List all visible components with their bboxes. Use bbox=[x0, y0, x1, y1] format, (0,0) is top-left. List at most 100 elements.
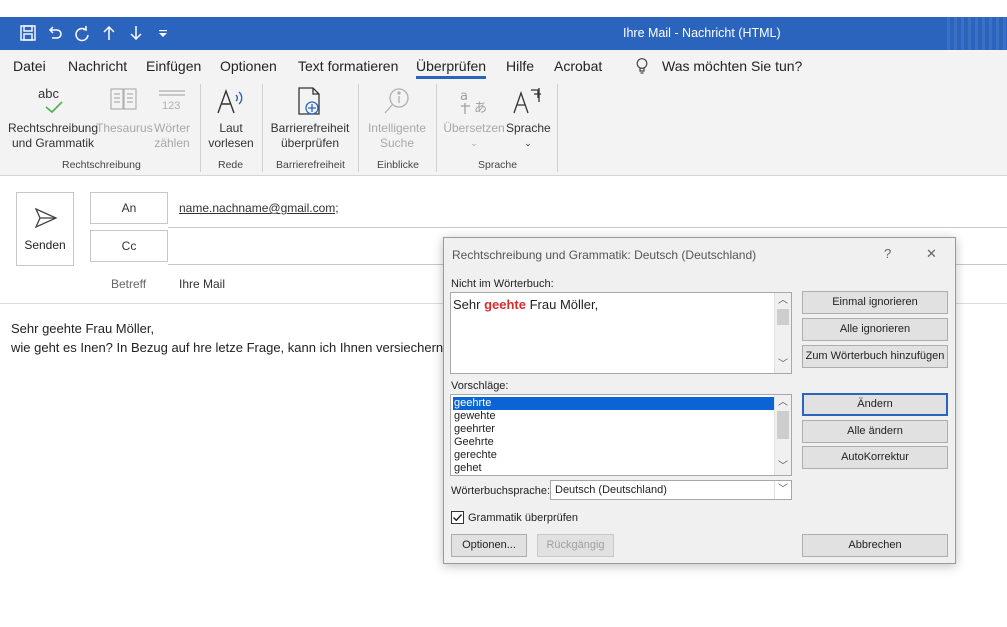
to-recipient[interactable]: name.nachname@gmail.com; bbox=[179, 201, 339, 215]
smart-lookup-button[interactable]: Intelligente Suche bbox=[362, 86, 432, 151]
tab-einfuegen[interactable]: Einfügen bbox=[146, 58, 201, 74]
suggestion-item[interactable]: geehrte bbox=[453, 397, 775, 410]
add-to-dictionary-button[interactable]: Zum Wörterbuch hinzufügen bbox=[802, 345, 948, 368]
group-separator bbox=[436, 84, 437, 172]
tab-nachricht[interactable]: Nachricht bbox=[68, 58, 127, 74]
svg-text:a: a bbox=[460, 89, 468, 104]
subject-field[interactable]: Ihre Mail bbox=[179, 277, 225, 291]
ignore-once-button[interactable]: Einmal ignorieren bbox=[802, 291, 948, 314]
change-button[interactable]: Ändern bbox=[802, 393, 948, 416]
lookup-icon bbox=[381, 86, 413, 118]
cancel-button[interactable]: Abbrechen bbox=[802, 534, 948, 557]
dialog-title: Rechtschreibung und Grammatik: Deutsch (… bbox=[452, 248, 757, 262]
help-icon[interactable]: ? bbox=[884, 246, 891, 261]
translate-label: Übersetzen bbox=[443, 121, 505, 135]
suggestion-item[interactable]: gewehte bbox=[453, 410, 775, 423]
read-aloud-icon bbox=[215, 86, 247, 118]
spelling-grammar-button[interactable]: abc Rechtschreibung und Grammatik bbox=[6, 86, 100, 151]
undo-button[interactable]: Rückgängig bbox=[537, 534, 614, 557]
scroll-down-icon[interactable]: ﹀ bbox=[775, 459, 791, 475]
language-icon bbox=[512, 86, 544, 118]
spelling-check-icon: abc bbox=[38, 86, 68, 118]
thesaurus-label: Thesaurus bbox=[96, 121, 153, 135]
ribbon: abc Rechtschreibung und Grammatik Thesau… bbox=[0, 80, 1007, 176]
sentence-scrollbar[interactable]: ︿ ﹀ bbox=[774, 293, 791, 373]
scroll-down-icon[interactable]: ﹀ bbox=[775, 357, 791, 373]
accessibility-label-1: Barrierefreiheit bbox=[270, 121, 350, 135]
chevron-down-icon[interactable]: ﹀ bbox=[774, 481, 791, 499]
change-all-button[interactable]: Alle ändern bbox=[802, 420, 948, 443]
options-button[interactable]: Optionen... bbox=[451, 534, 527, 557]
error-word: geehte bbox=[484, 297, 526, 312]
suggestion-item[interactable]: geehrter bbox=[453, 423, 775, 436]
autocorrect-button[interactable]: AutoKorrektur bbox=[802, 446, 948, 469]
translate-chevron-icon: ⌄ bbox=[470, 138, 478, 148]
suggestions-scrollbar[interactable]: ︿ ﹀ bbox=[774, 395, 791, 475]
group-separator bbox=[557, 84, 558, 172]
scroll-thumb[interactable] bbox=[777, 411, 789, 439]
sentence-box[interactable]: Sehr geehte Frau Möller, ︿ ﹀ bbox=[450, 292, 792, 374]
book-icon bbox=[109, 86, 139, 118]
suggestions-label: Vorschläge: bbox=[451, 380, 509, 392]
close-icon[interactable]: ✕ bbox=[926, 246, 937, 262]
scroll-thumb[interactable] bbox=[777, 309, 789, 325]
not-in-dictionary-label: Nicht im Wörterbuch: bbox=[451, 278, 554, 290]
send-button[interactable]: Senden bbox=[16, 192, 74, 266]
group-label-language: Sprache bbox=[478, 159, 518, 171]
title-bar: Ihre Mail - Nachricht (HTML) bbox=[0, 17, 1007, 50]
redo-icon[interactable] bbox=[72, 23, 92, 43]
subject-label: Betreff bbox=[111, 277, 147, 291]
title-decoration bbox=[947, 17, 1007, 50]
lightbulb-icon bbox=[635, 57, 649, 75]
dictionary-language-label: Wörterbuchsprache: bbox=[451, 485, 551, 497]
to-field-line bbox=[168, 227, 1007, 228]
customize-icon[interactable] bbox=[153, 23, 173, 43]
to-button[interactable]: An bbox=[90, 192, 168, 224]
grammar-checkbox-label[interactable]: Grammatik überprüfen bbox=[468, 512, 578, 524]
word-count-button[interactable]: 123 Wörter zählen bbox=[150, 86, 194, 151]
sentence-after: Frau Möller, bbox=[525, 297, 599, 312]
suggestion-item[interactable]: Geehrte bbox=[453, 436, 775, 449]
suggestion-item[interactable]: gehet bbox=[453, 462, 775, 475]
smart-lookup-label-1: Intelligente bbox=[367, 121, 427, 135]
accessibility-icon bbox=[294, 86, 326, 118]
word-count-icon: 123 bbox=[156, 86, 188, 118]
translate-button[interactable]: aあ Übersetzen ⌄ bbox=[442, 86, 506, 151]
grammar-checkbox[interactable] bbox=[451, 511, 464, 524]
smart-lookup-label-2: Suche bbox=[379, 136, 415, 150]
checkmark-icon bbox=[453, 514, 463, 522]
ignore-all-button[interactable]: Alle ignorieren bbox=[802, 318, 948, 341]
group-label-speech: Rede bbox=[218, 159, 244, 171]
body-line-1[interactable]: Sehr geehte Frau Möller, bbox=[11, 321, 154, 336]
dictionary-language-value: Deutsch (Deutschland) bbox=[555, 484, 667, 496]
thesaurus-button[interactable]: Thesaurus bbox=[96, 86, 153, 136]
group-label-accessibility: Barrierefreiheit bbox=[276, 159, 345, 171]
tab-optionen[interactable]: Optionen bbox=[220, 58, 277, 74]
up-arrow-icon[interactable] bbox=[99, 23, 119, 43]
window-title: Ihre Mail - Nachricht (HTML) bbox=[623, 26, 781, 40]
accessibility-check-button[interactable]: Barrierefreiheit überprüfen bbox=[266, 86, 354, 151]
undo-icon[interactable] bbox=[45, 23, 65, 43]
dictionary-language-select[interactable]: Deutsch (Deutschland) ﹀ bbox=[550, 480, 792, 500]
tab-datei[interactable]: Datei bbox=[13, 58, 46, 74]
language-button[interactable]: Sprache ⌄ bbox=[506, 86, 551, 151]
tell-me-search[interactable]: Was möchten Sie tun? bbox=[662, 58, 802, 74]
send-icon bbox=[34, 207, 58, 229]
group-separator bbox=[358, 84, 359, 172]
word-count-label-1: Wörter bbox=[154, 121, 190, 135]
accessibility-label-2: überprüfen bbox=[280, 136, 340, 150]
tab-ueberpruefen[interactable]: Überprüfen bbox=[416, 58, 487, 79]
scroll-up-icon[interactable]: ︿ bbox=[775, 395, 791, 411]
read-aloud-button[interactable]: Laut vorlesen bbox=[205, 86, 257, 151]
down-arrow-icon[interactable] bbox=[126, 23, 146, 43]
tab-hilfe[interactable]: Hilfe bbox=[506, 58, 534, 74]
group-label-proofing: Rechtschreibung bbox=[62, 159, 141, 171]
tab-acrobat[interactable]: Acrobat bbox=[554, 58, 602, 74]
cc-button[interactable]: Cc bbox=[90, 230, 168, 262]
scroll-up-icon[interactable]: ︿ bbox=[775, 293, 791, 309]
body-line-2[interactable]: wie geht es Inen? In Bezug auf hre letze… bbox=[11, 340, 447, 355]
suggestions-list[interactable]: geehrte gewehte geehrter Geehrte gerecht… bbox=[450, 394, 792, 476]
save-icon[interactable] bbox=[18, 23, 38, 43]
tab-text-formatieren[interactable]: Text formatieren bbox=[298, 58, 398, 74]
suggestion-item[interactable]: gerechte bbox=[453, 449, 775, 462]
